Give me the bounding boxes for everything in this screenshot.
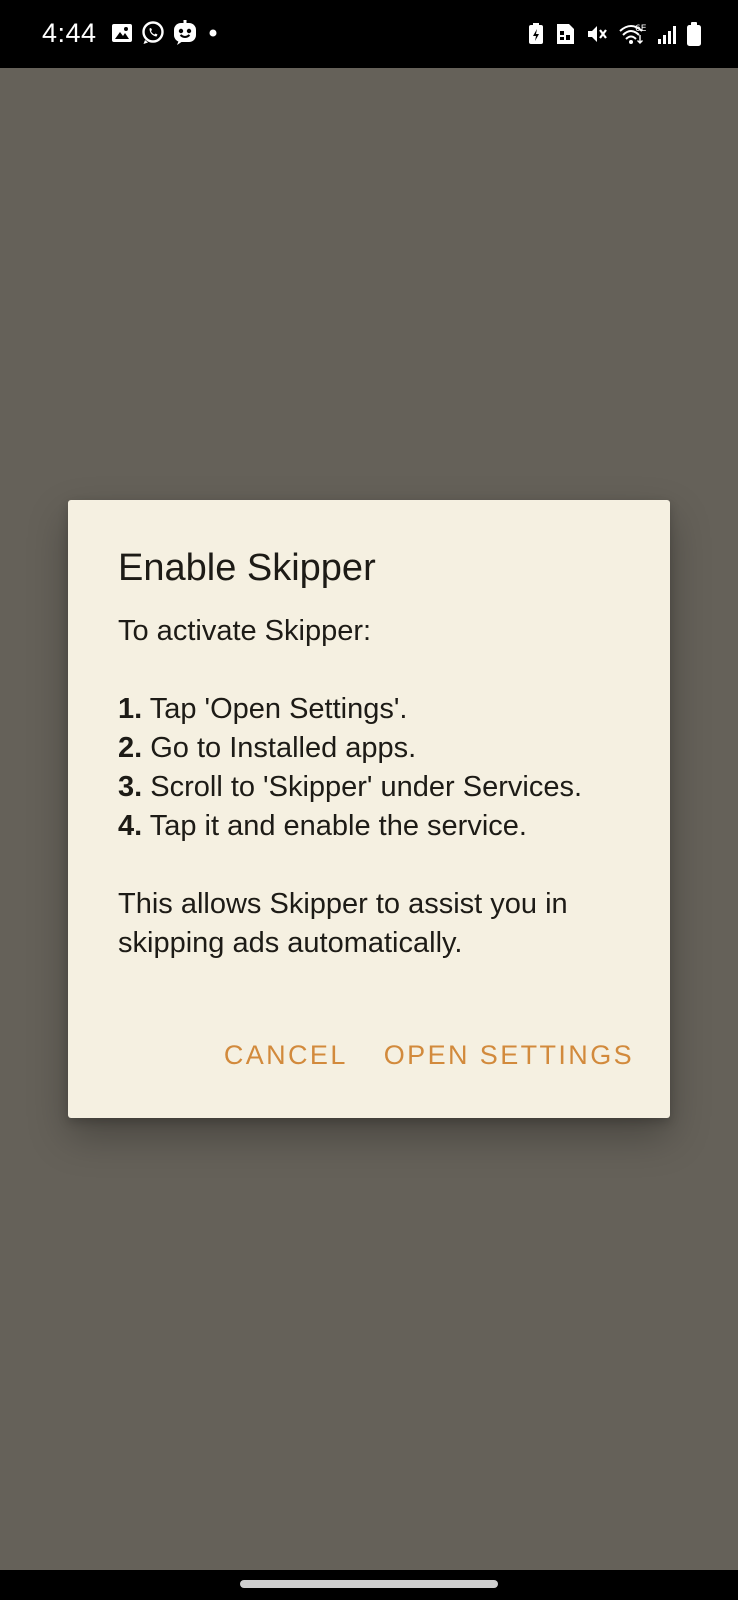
open-settings-button[interactable]: OPEN SETTINGS (384, 1038, 634, 1072)
battery-icon (686, 21, 702, 47)
step-text: Tap 'Open Settings'. (142, 693, 408, 725)
wifi-6e-icon: 6E (618, 21, 648, 47)
dialog-title: Enable Skipper (118, 547, 376, 589)
dialog-outro: This allows Skipper to assist you in ski… (118, 888, 568, 959)
dialog-actions: CANCEL OPEN SETTINGS (224, 1038, 634, 1072)
notification-dot-icon (204, 24, 222, 42)
battery-saver-icon (527, 22, 545, 46)
step-number: 1. (118, 693, 143, 725)
enable-skipper-dialog: Enable Skipper To activate Skipper: 1. T… (68, 500, 670, 1118)
status-left-icons (110, 20, 222, 46)
navigation-bar (0, 1570, 738, 1600)
svg-text:6E: 6E (635, 24, 647, 34)
home-gesture-handle[interactable] (240, 1580, 498, 1588)
step-number: 3. (118, 771, 143, 803)
status-time: 4:44 (42, 18, 97, 48)
step-2: 2. Go to Installed apps. (118, 729, 638, 768)
dialog-message: To activate Skipper: 1. Tap 'Open Settin… (118, 612, 638, 963)
step-text: Tap it and enable the service. (142, 810, 527, 842)
signal-icon (657, 22, 677, 46)
mute-icon (585, 22, 609, 46)
step-number: 4. (118, 810, 143, 842)
messenger-bot-icon (172, 20, 198, 46)
step-1: 1. Tap 'Open Settings'. (118, 690, 638, 729)
step-3: 3. Scroll to 'Skipper' under Services. (118, 768, 638, 807)
whatsapp-icon (140, 20, 166, 46)
dialog-intro: To activate Skipper: (118, 615, 372, 647)
sim-icon (554, 22, 576, 46)
cancel-button[interactable]: CANCEL (224, 1038, 348, 1072)
gallery-icon (110, 21, 134, 45)
status-bar: 4:44 6E (0, 0, 738, 68)
status-right-icons: 6E (527, 20, 702, 48)
step-4: 4. Tap it and enable the service. (118, 807, 638, 846)
step-number: 2. (118, 732, 143, 764)
step-text: Scroll to 'Skipper' under Services. (142, 771, 583, 803)
step-text: Go to Installed apps. (142, 732, 417, 764)
